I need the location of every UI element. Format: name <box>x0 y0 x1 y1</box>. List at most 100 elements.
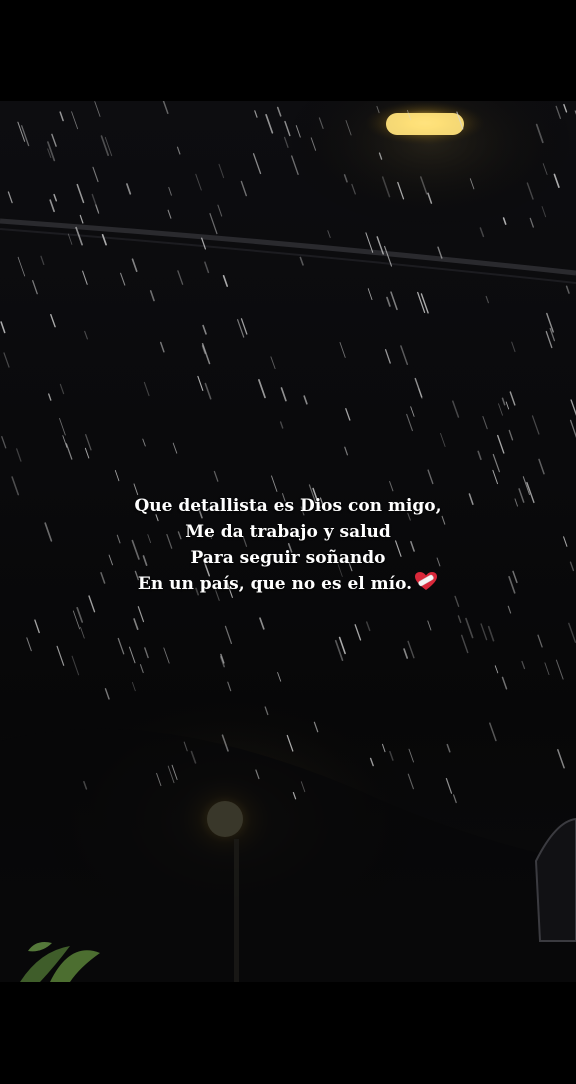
rain-drop <box>163 647 170 664</box>
rain-drop <box>201 343 211 365</box>
rain-drop <box>126 183 132 195</box>
rain-drop <box>252 153 262 175</box>
rain-drop <box>56 645 65 666</box>
rain-drop <box>501 397 506 406</box>
rain-drop <box>384 349 391 364</box>
rain-drop <box>254 110 258 118</box>
rain-drop <box>17 256 26 277</box>
rain-drop <box>487 625 495 642</box>
rain-drop <box>104 688 110 700</box>
rain-drop <box>479 227 485 238</box>
rain-drop <box>570 399 576 416</box>
caption-line-4: En un país, que no es el mío. <box>137 574 413 594</box>
rain-drop <box>354 624 362 641</box>
rain-drop <box>492 453 500 473</box>
lamp-head-top <box>386 113 464 135</box>
rain-drop <box>11 476 20 496</box>
rain-drop <box>531 415 540 435</box>
rain-drop <box>59 383 65 395</box>
rain-drop <box>51 133 57 147</box>
rain-drop <box>177 270 184 285</box>
rain-drop <box>390 291 398 311</box>
rain-drop <box>271 475 278 492</box>
rain-drop <box>541 206 547 218</box>
rain-drop <box>386 296 391 307</box>
rain-drop <box>101 233 107 246</box>
video-frame[interactable]: Que detallista es Dios con migo, Me da t… <box>0 101 576 982</box>
rain-drop <box>440 432 446 447</box>
rain-drop <box>79 214 84 224</box>
rain-drop <box>76 183 85 204</box>
rain-drop <box>114 469 120 482</box>
rain-drop <box>482 415 488 430</box>
rain-drop <box>16 448 22 462</box>
rain-drop <box>172 442 178 454</box>
rain-drop <box>195 173 202 191</box>
rain-drop <box>62 435 68 448</box>
rain-drop <box>133 618 139 631</box>
rain-drop <box>367 288 373 301</box>
rain-drop <box>202 324 207 335</box>
rain-drop <box>345 408 351 421</box>
rain-drop <box>204 261 210 274</box>
caption-line-1: Que detallista es Dios con migo, <box>134 496 442 516</box>
rain-drop <box>427 469 434 485</box>
rain-drop <box>445 777 453 794</box>
rain-drop <box>168 187 172 196</box>
rain-drop <box>82 270 88 285</box>
rain-drop <box>7 191 13 204</box>
rain-drop <box>85 434 92 451</box>
car-silhouette <box>534 817 576 942</box>
rain-drop <box>80 626 85 639</box>
top-letterbox <box>0 0 576 101</box>
caption-line-4-wrap: En un país, que no es el mío. <box>0 571 576 599</box>
rain-drop <box>452 794 457 804</box>
rain-drop <box>139 664 144 674</box>
rain-drop <box>508 429 514 441</box>
rain-drop <box>224 625 233 645</box>
rain-drop <box>538 458 545 475</box>
rain-drop <box>494 665 499 674</box>
rain-drop <box>149 290 155 302</box>
rain-drop <box>569 419 576 439</box>
rain-drop <box>91 193 100 213</box>
rain-drop <box>565 285 570 294</box>
rain-drop <box>240 180 247 197</box>
power-line-secondary <box>0 228 576 284</box>
rain-drop <box>427 620 432 631</box>
rain-drop <box>477 450 482 461</box>
rain-drop <box>167 209 172 219</box>
rain-drop <box>117 637 125 655</box>
rain-drop <box>53 193 58 202</box>
rain-drop <box>76 606 84 623</box>
rain-drop <box>222 274 229 287</box>
rain-drop <box>65 443 73 460</box>
rain-drop <box>502 217 507 225</box>
rain-drop <box>276 106 282 117</box>
caption-line-2: Me da trabajo y salud <box>185 522 391 542</box>
rain-drop <box>162 101 169 115</box>
rain-drop <box>557 749 565 769</box>
rain-drop <box>299 256 304 266</box>
rain-drop <box>209 213 218 235</box>
rain-drop <box>507 605 512 614</box>
rain-drop <box>32 280 38 295</box>
rain-drop <box>511 341 516 353</box>
rain-drop <box>498 403 503 416</box>
rain-drop <box>544 662 550 676</box>
heart-with-bandage-icon <box>414 571 438 599</box>
rain-drop <box>338 636 346 655</box>
rain-drop <box>410 406 415 417</box>
rain-drop <box>176 146 181 155</box>
rain-drop <box>213 470 219 482</box>
rain-drop <box>49 199 55 213</box>
rain-drop <box>344 446 348 456</box>
rain-drop <box>48 393 52 401</box>
rain-drop <box>446 743 451 753</box>
rain-drop <box>129 646 136 664</box>
rain-drop <box>545 330 553 349</box>
rain-drop <box>131 681 136 692</box>
rain-drop <box>218 163 225 179</box>
rain-drop <box>452 400 460 418</box>
rain-drop <box>259 617 265 630</box>
